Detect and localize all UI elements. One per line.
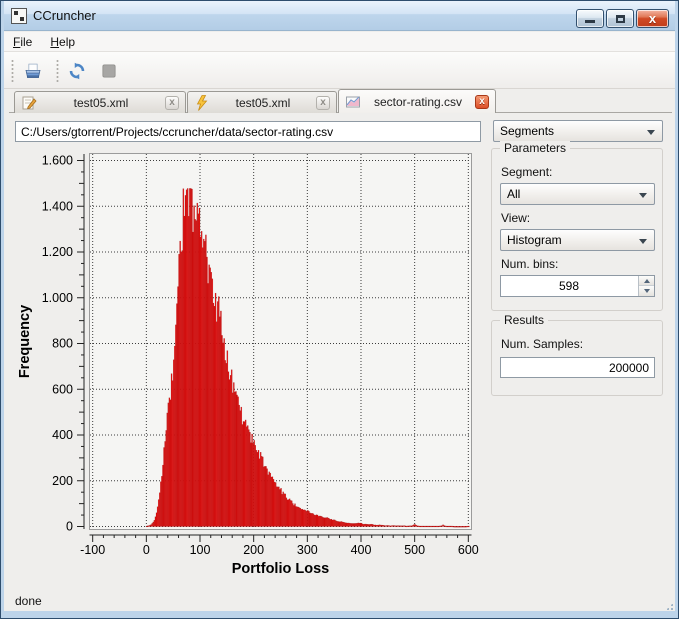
edit-document-icon [21, 95, 37, 111]
svg-text:600: 600 [52, 382, 73, 396]
svg-text:1.200: 1.200 [42, 245, 73, 259]
minimize-icon [585, 20, 595, 23]
spin-down-button[interactable] [639, 286, 654, 296]
window-title: CCruncher [33, 8, 96, 23]
refresh-icon [68, 59, 86, 83]
num-bins-spinbox[interactable] [500, 275, 655, 297]
svg-text:1.400: 1.400 [42, 199, 73, 213]
results-groupbox: Results Num. Samples: [491, 320, 663, 396]
results-group-title: Results [500, 313, 548, 327]
svg-text:0: 0 [66, 520, 73, 534]
svg-text:300: 300 [297, 543, 318, 557]
tab-label: test05.xml [37, 96, 165, 110]
application-window: CCruncher x File Help [0, 0, 679, 619]
maximize-button[interactable] [606, 9, 634, 28]
toolbar [4, 52, 677, 89]
spin-buttons [638, 276, 654, 296]
lightning-icon [194, 95, 210, 111]
tab-close-icon[interactable]: x [316, 96, 330, 110]
close-icon: x [637, 10, 668, 28]
segment-label: Segment: [501, 165, 552, 179]
parameters-groupbox: Parameters Segment: All View: Histogram … [491, 148, 663, 311]
plot-canvas [90, 154, 472, 530]
svg-text:200: 200 [52, 474, 73, 488]
segment-combobox[interactable]: All [500, 183, 655, 205]
svg-text:0: 0 [143, 543, 150, 557]
svg-text:100: 100 [190, 543, 211, 557]
tab-sector-rating-analysis[interactable]: sector-rating.csv x [338, 89, 496, 113]
app-icon [11, 8, 27, 24]
tab-label: test05.xml [210, 96, 316, 110]
tab-close-icon[interactable]: x [165, 96, 179, 110]
num-samples-label: Num. Samples: [501, 337, 583, 351]
chevron-down-icon [639, 239, 647, 244]
menu-file[interactable]: File [4, 33, 41, 51]
tab-close-icon[interactable]: x [475, 95, 489, 109]
num-samples-field[interactable] [500, 357, 655, 378]
parameters-group-title: Parameters [500, 141, 570, 155]
svg-text:1.600: 1.600 [42, 154, 73, 168]
svg-text:800: 800 [52, 337, 73, 351]
chevron-down-icon [647, 130, 655, 135]
toolbar-handle[interactable] [56, 59, 59, 83]
num-bins-input[interactable] [501, 276, 637, 296]
svg-text:-100: -100 [80, 543, 105, 557]
spin-up-button[interactable] [639, 276, 654, 286]
close-button[interactable]: x [636, 9, 669, 28]
maximize-icon [616, 15, 625, 23]
svg-text:1.000: 1.000 [42, 291, 73, 305]
view-label: View: [501, 211, 530, 225]
chevron-down-icon [639, 193, 647, 198]
view-combobox[interactable]: Histogram [500, 229, 655, 251]
view-combobox-value: Histogram [507, 233, 562, 247]
stop-icon [100, 60, 118, 82]
svg-text:400: 400 [52, 428, 73, 442]
printer-open-icon [24, 58, 42, 84]
arrow-up-icon [644, 279, 650, 283]
tab-label: sector-rating.csv [361, 95, 475, 109]
status-bar: done [4, 589, 677, 612]
open-button[interactable] [18, 56, 48, 86]
segments-combobox[interactable]: Segments [493, 120, 663, 142]
svg-text:200: 200 [243, 543, 264, 557]
toolbar-handle[interactable] [11, 59, 14, 83]
x-axis-title: Portfolio Loss [232, 561, 329, 577]
file-path-input[interactable] [15, 121, 481, 142]
histogram-chart[interactable]: -100 0 100 200 300 400 500 600 Portfolio Loss 0 20… [9, 147, 487, 589]
chart-document-icon [345, 94, 361, 110]
svg-text:500: 500 [404, 543, 425, 557]
title-bar[interactable]: CCruncher x [2, 1, 679, 31]
arrow-down-icon [644, 289, 650, 293]
segments-combobox-value: Segments [500, 124, 554, 138]
tab-test05-execution[interactable]: test05.xml x [187, 91, 337, 113]
status-message: done [15, 594, 42, 608]
svg-text:600: 600 [458, 543, 479, 557]
y-axis-title: Frequency [17, 305, 33, 378]
stop-button[interactable] [94, 56, 124, 86]
segment-combobox-value: All [507, 187, 520, 201]
svg-text:400: 400 [351, 543, 372, 557]
menu-help[interactable]: Help [41, 33, 84, 51]
refresh-button[interactable] [62, 56, 92, 86]
tab-test05-editor[interactable]: test05.xml x [14, 91, 186, 113]
minimize-button[interactable] [576, 9, 604, 28]
num-bins-label: Num. bins: [501, 257, 558, 271]
menu-bar: File Help [4, 32, 677, 52]
